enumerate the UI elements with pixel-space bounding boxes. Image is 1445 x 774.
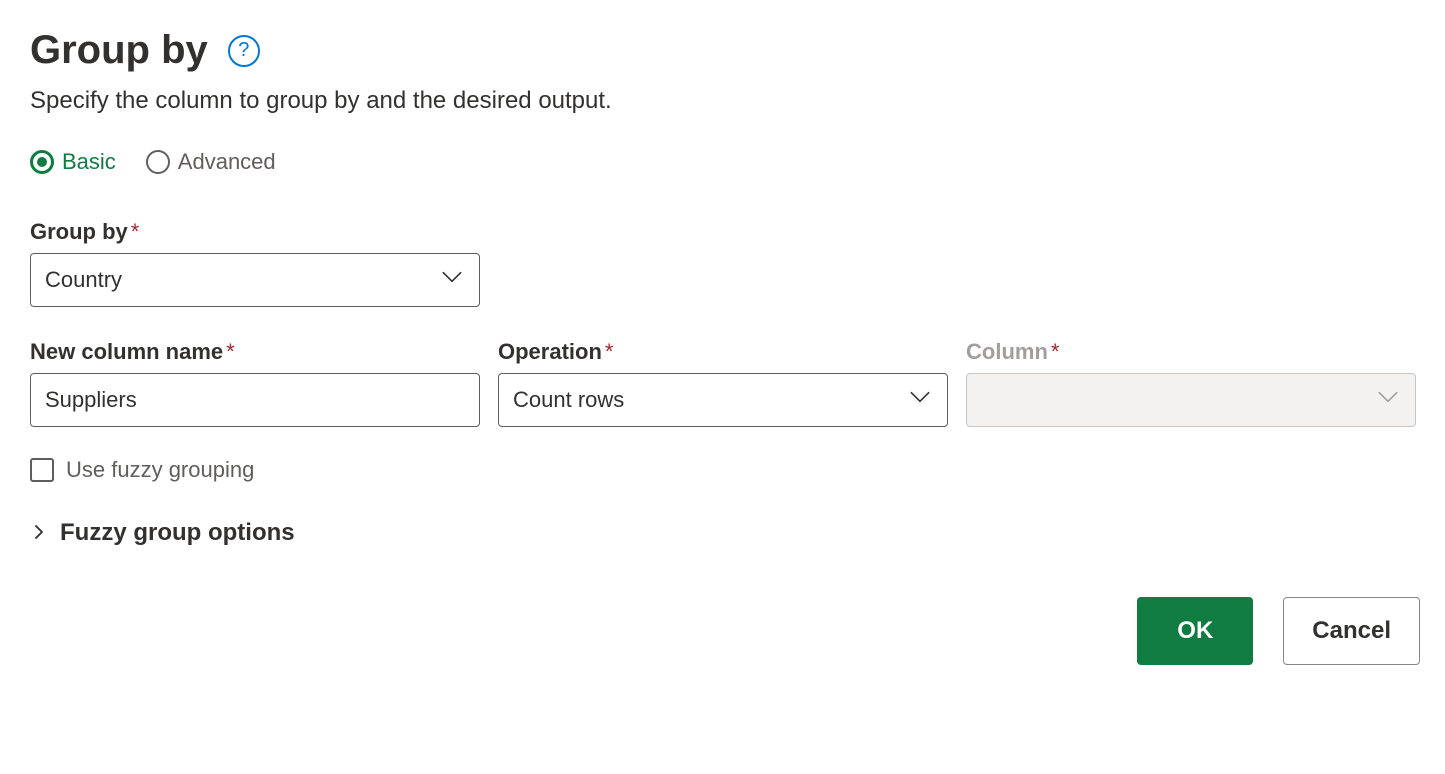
radio-advanced-label: Advanced — [178, 149, 276, 175]
radio-basic-label: Basic — [62, 149, 116, 175]
chevron-down-icon — [439, 264, 465, 296]
radio-advanced[interactable]: Advanced — [146, 149, 276, 175]
group-by-select[interactable]: Country — [30, 253, 480, 307]
dialog-title: Group by — [30, 28, 208, 73]
fuzzy-grouping-checkbox[interactable]: Use fuzzy grouping — [30, 457, 1415, 483]
new-column-name-label: New column name* — [30, 339, 480, 365]
fuzzy-options-expander[interactable]: Fuzzy group options — [30, 519, 1415, 547]
chevron-right-icon — [30, 523, 48, 544]
fuzzy-options-label: Fuzzy group options — [60, 519, 295, 547]
ok-button[interactable]: OK — [1137, 597, 1253, 665]
cancel-button[interactable]: Cancel — [1283, 597, 1420, 665]
group-by-label: Group by* — [30, 219, 1415, 245]
operation-value: Count rows — [513, 387, 624, 413]
column-select — [966, 373, 1416, 427]
column-label: Column* — [966, 339, 1416, 365]
dialog-subtitle: Specify the column to group by and the d… — [30, 87, 1415, 115]
group-by-value: Country — [45, 267, 122, 293]
checkbox-icon — [30, 458, 54, 482]
operation-label: Operation* — [498, 339, 948, 365]
help-icon[interactable]: ? — [228, 35, 260, 67]
chevron-down-icon — [907, 384, 933, 416]
dialog-footer: OK Cancel — [30, 597, 1420, 665]
operation-select[interactable]: Count rows — [498, 373, 948, 427]
fuzzy-grouping-label: Use fuzzy grouping — [66, 457, 254, 483]
mode-radio-group: Basic Advanced — [30, 149, 1415, 175]
radio-icon — [30, 150, 54, 174]
radio-basic[interactable]: Basic — [30, 149, 116, 175]
chevron-down-icon — [1375, 384, 1401, 416]
radio-icon — [146, 150, 170, 174]
new-column-name-input[interactable] — [30, 373, 480, 427]
